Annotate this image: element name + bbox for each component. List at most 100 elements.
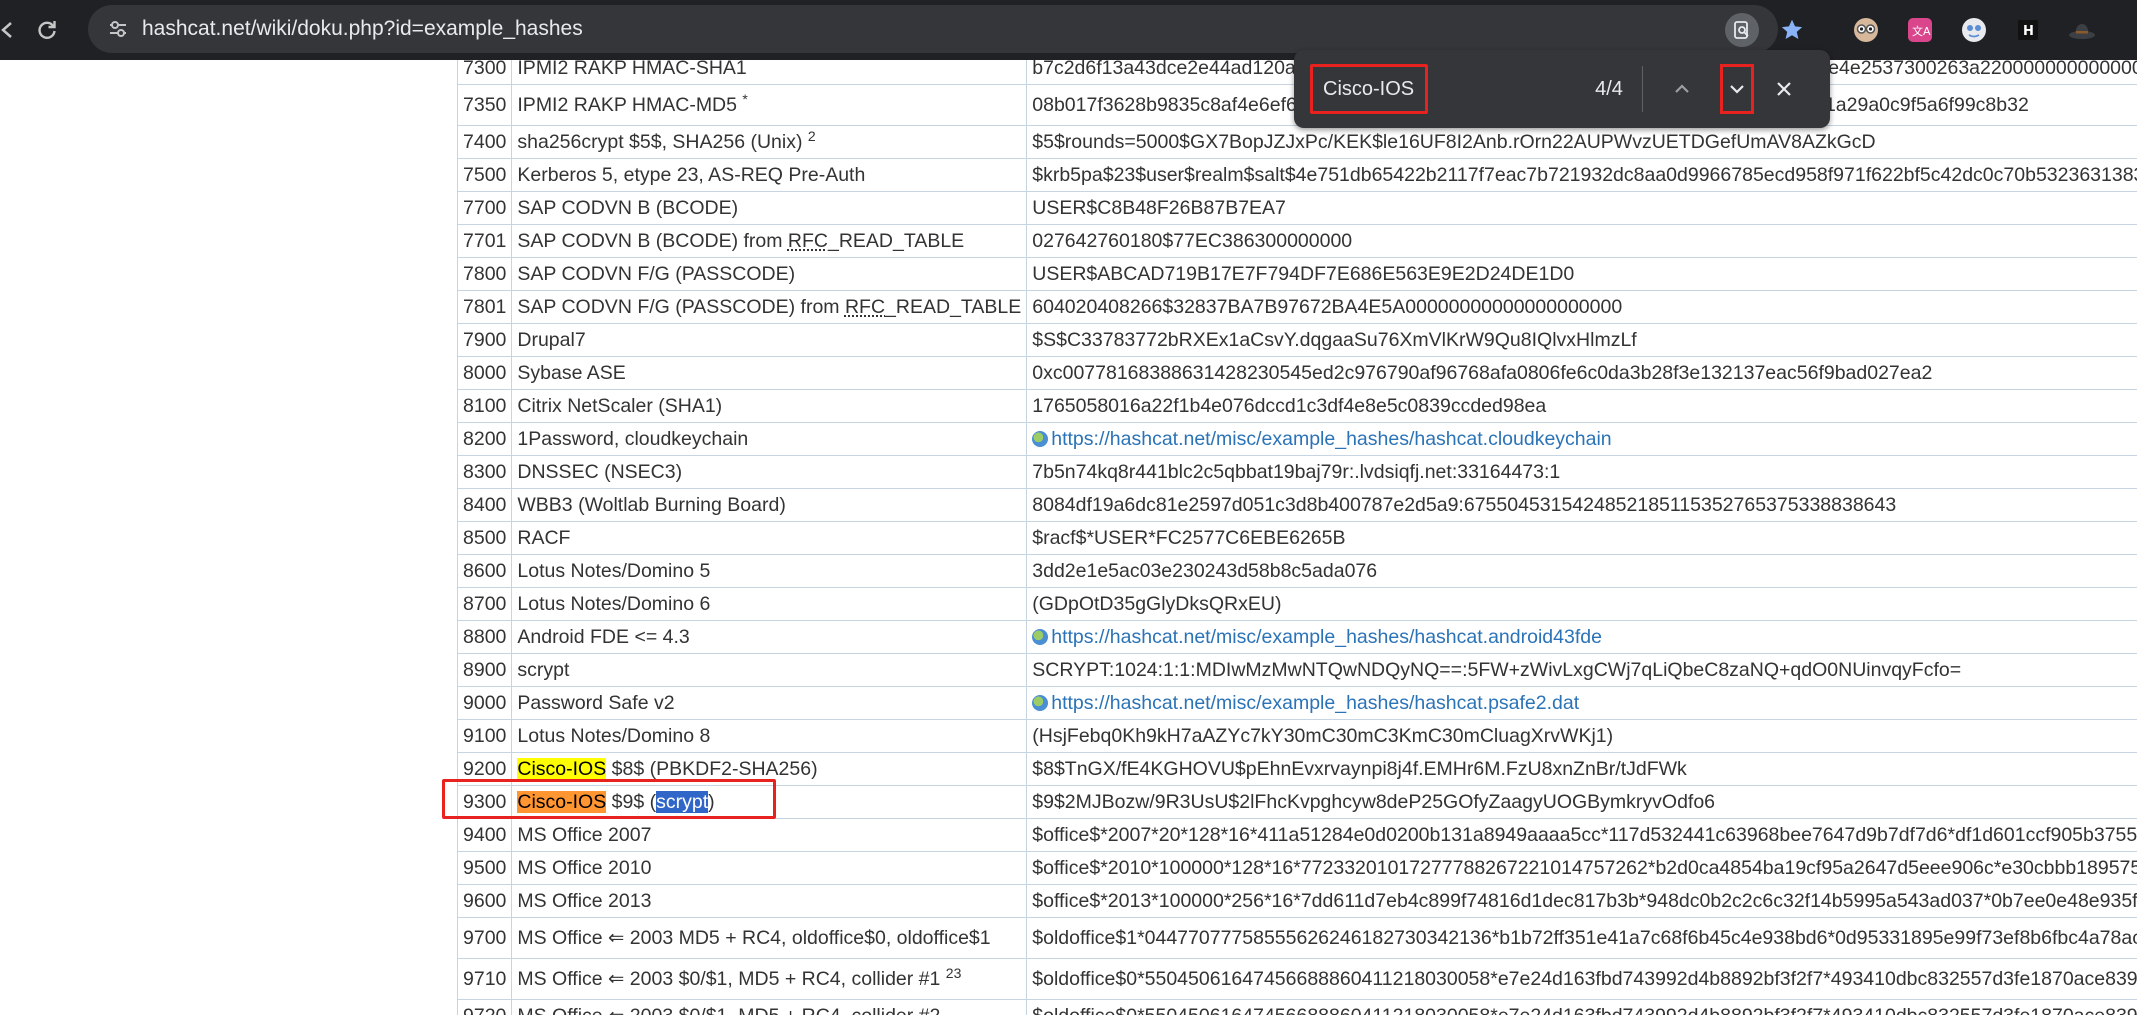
table-row: 9700 MS Office ⇐ 2003 MD5 + RC4, oldoffi… [456,917,2137,959]
example-hash-cell: $oldoffice$0*550450616474566888604112180… [1026,999,2137,1015]
find-divider [1642,66,1643,112]
reload-icon [38,21,56,39]
footnote-ref[interactable]: * [742,91,747,107]
table-row: 7400 sha256crypt $5$, SHA256 (Unix) 2 $5… [456,125,2137,159]
reload-button[interactable] [27,10,67,50]
table-row: 7900 Drupal7 $S$C33783772bRXEx1aCsvY.dqg… [456,323,2137,357]
owl-extension-icon [1854,18,1878,42]
hash-mode-cell: 7701 [456,224,513,258]
example-hashes-table: 7300 IPMI2 RAKP HMAC-SHA1 b7c2d6f13a43dc… [456,60,2137,1015]
hash-mode-cell: 8600 [456,554,513,588]
footnote-ref[interactable]: 23 [946,965,962,981]
find-next-button[interactable] [1720,64,1754,114]
hash-mode-cell: 7801 [456,290,513,324]
hash-name-text: MS Office ⇐ 2003 $0/$1, MD5 + RC4, colli… [517,968,941,990]
table-row: 7800 SAP CODVN F/G (PASSCODE) USER$ABCAD… [456,257,2137,291]
table-row: 9500 MS Office 2010 $office$*2010*100000… [456,851,2137,885]
find-match-count: 4/4 [1595,78,1623,100]
hash-mode-cell: 9600 [456,884,513,918]
find-close-button[interactable] [1763,68,1805,110]
translate-icon: 文A [1908,18,1932,42]
hash-mode-cell: 7300 [456,60,513,85]
lens-button[interactable] [1725,13,1759,47]
back-button[interactable] [0,10,28,50]
hash-mode-cell: 7400 [456,125,513,159]
find-in-page-bar: 4/4 [1294,50,1830,128]
hash-name-cell: Lotus Notes/Domino 6 [511,587,1028,621]
table-row: 9200 Cisco-IOS $8$ (PBKDF2-SHA256) $8$Tn… [456,752,2137,786]
hash-name-prefix: SAP CODVN B (BCODE) from [517,229,788,252]
hash-name-suffix: _READ_TABLE [885,295,1022,318]
example-hash-cell: $racf$*USER*FC2577C6EBE6265B [1026,521,2137,555]
hash-mode-cell: 9200 [456,752,513,786]
hash-mode-cell: 8400 [456,488,513,522]
close-icon [1777,82,1791,96]
table-row: 9100 Lotus Notes/Domino 8 (HsjFebq0Kh9kH… [456,719,2137,753]
example-hash-cell: 7b5n74kq8r441blc2c5qbbat19baj79r:.lvdsiq… [1026,455,2137,489]
extension-h[interactable]: H [2008,10,2048,50]
table-row: 8000 Sybase ASE 0xc007781683886314282305… [456,356,2137,390]
table-row: 9720 MS Office ⇐ 2003 $0/$1, MD5 + RC4, … [456,999,2137,1015]
table-row: 8100 Citrix NetScaler (SHA1) 1765058016a… [456,389,2137,423]
hash-mode-cell: 8000 [456,356,513,390]
hash-name-cell: Lotus Notes/Domino 5 [511,554,1028,588]
hash-name-suffix: $8$ (PBKDF2-SHA256) [606,757,818,780]
hash-mode-cell: 9000 [456,686,513,720]
footnote-ref[interactable]: 2 [808,128,816,144]
tune-icon [110,21,126,37]
find-current-match-highlight: Cisco-IOS [517,790,607,813]
example-file-link[interactable]: https://hashcat.net/misc/example_hashes/… [1051,692,1579,714]
page-search-icon [1734,21,1749,39]
hash-name-cell: MS Office ⇐ 2003 $0/$1, MD5 + RC4, colli… [511,999,1028,1015]
hash-name-suffix: _READ_TABLE [827,229,965,252]
globe-icon [1032,430,1049,447]
example-file-link[interactable]: https://hashcat.net/misc/example_hashes/… [1051,626,1602,648]
example-hash-cell: $5$rounds=5000$GX7BopJZJxPc/KEK$le16UF8I… [1026,125,2137,159]
find-previous-button[interactable] [1661,68,1703,110]
hash-name-cell: Sybase ASE [511,356,1028,390]
hash-mode-cell: 8500 [456,521,513,555]
hash-name-cell: Citrix NetScaler (SHA1) [511,389,1028,423]
example-hash-cell: USER$C8B48F26B87B7EA7 [1026,191,2137,225]
table-row: 8300 DNSSEC (NSEC3) 7b5n74kq8r441blc2c5q… [456,455,2137,489]
svg-text:文A: 文A [1912,24,1931,38]
example-hash-cell: $S$C33783772bRXEx1aCsvY.dqgaaSu76XmVlKrW… [1026,323,2137,357]
find-input[interactable] [1310,64,1428,114]
extension-owl[interactable] [1846,10,1886,50]
example-hash-cell: $8$TnGX/fE4KGHOVU$pEhnEvxrvaynpi8j4f.EMH… [1026,752,2137,786]
example-hash-cell: https://hashcat.net/misc/example_hashes/… [1026,620,2137,654]
hash-name-cell: MS Office 2013 [511,884,1028,918]
hat-extension-icon [2069,24,2095,39]
hash-mode-cell: 9700 [456,917,513,959]
extension-hat[interactable] [2062,10,2102,50]
url-text[interactable]: hashcat.net/wiki/doku.php?id=example_has… [142,5,583,53]
find-match-highlight: Cisco-IOS [517,757,607,780]
hash-name-text: IPMI2 RAKP HMAC-MD5 [517,93,737,116]
example-file-link[interactable]: https://hashcat.net/misc/example_hashes/… [1051,428,1611,450]
table-row: 7801 SAP CODVN F/G (PASSCODE) from RFC_R… [456,290,2137,324]
hash-name-cell: DNSSEC (NSEC3) [511,455,1028,489]
hash-name-cell: Kerberos 5, etype 23, AS-REQ Pre-Auth [511,158,1028,192]
h-extension-icon: H [2018,20,2038,40]
hash-name-cell: MS Office ⇐ 2003 $0/$1, MD5 + RC4, colli… [511,958,1028,1000]
table-row: 9710 MS Office ⇐ 2003 $0/$1, MD5 + RC4, … [456,958,2137,1000]
example-hash-cell: https://hashcat.net/misc/example_hashes/… [1026,422,2137,456]
hash-name-cell: Cisco-IOS $9$ (scrypt) [511,785,1028,819]
hash-mode-cell: 7800 [456,257,513,291]
example-hash-cell: 0xc00778168388631428230545ed2c976790af96… [1026,356,2137,390]
chevron-down-icon [1730,85,1744,94]
site-info-button[interactable] [100,11,136,47]
star-icon [1781,19,1803,39]
bookmark-star-button[interactable] [1775,13,1809,47]
table-row: 9000 Password Safe v2 https://hashcat.ne… [456,686,2137,720]
face-extension-icon [1962,18,1986,42]
table-row: 8600 Lotus Notes/Domino 5 3dd2e1e5ac03e2… [456,554,2137,588]
table-row: 9400 MS Office 2007 $office$*2007*20*128… [456,818,2137,852]
globe-icon [1032,628,1049,645]
extension-face[interactable] [1954,10,1994,50]
hash-name-cell: IPMI2 RAKP HMAC-MD5 * [511,84,1028,126]
extension-translate[interactable]: 文A [1900,10,1940,50]
hash-mode-cell: 8800 [456,620,513,654]
hash-name-cell: RACF [511,521,1028,555]
address-bar[interactable]: hashcat.net/wiki/doku.php?id=example_has… [88,5,1803,53]
